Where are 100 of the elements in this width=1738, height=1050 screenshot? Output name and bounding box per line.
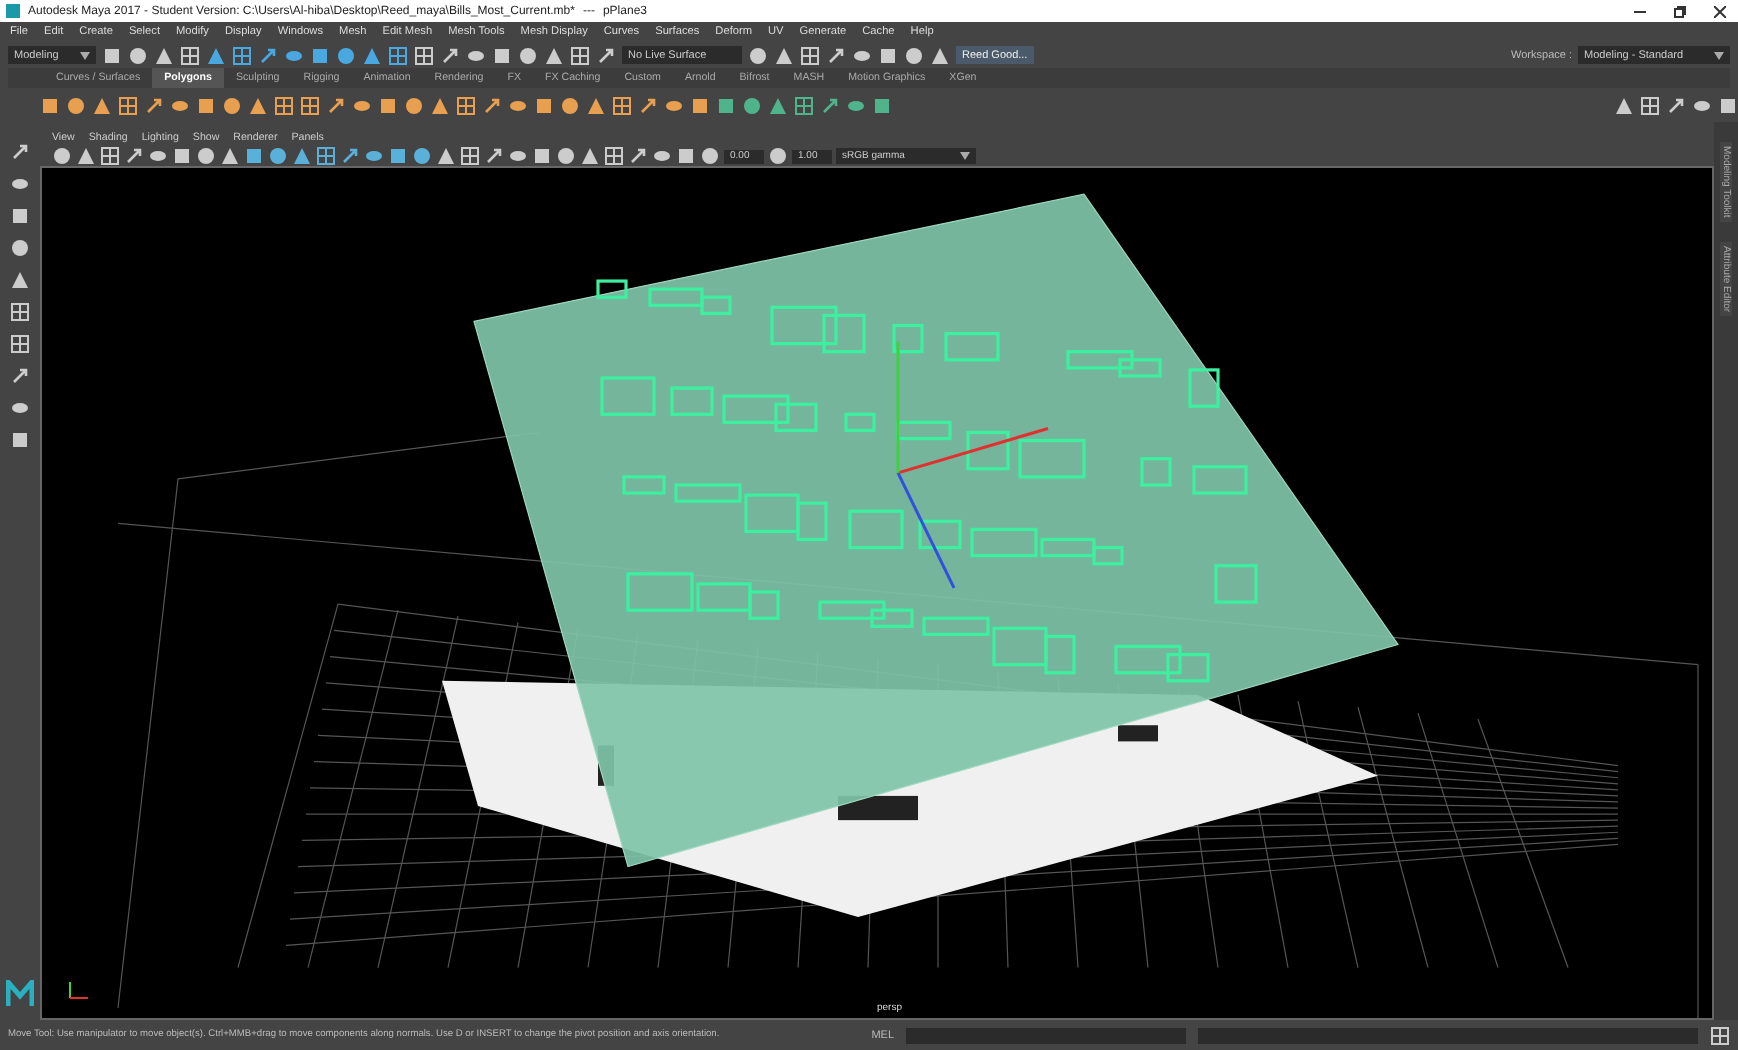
cube-icon[interactable]: [40, 95, 60, 115]
sphere-icon[interactable]: [518, 45, 538, 65]
arrow-icon[interactable]: [440, 45, 460, 65]
sphere-icon[interactable]: [768, 146, 788, 166]
grid-icon[interactable]: [300, 95, 320, 115]
arrow-icon[interactable]: [326, 95, 346, 115]
sphere-icon[interactable]: [412, 146, 432, 166]
arrow-icon[interactable]: [340, 146, 360, 166]
minimize-icon[interactable]: [1634, 5, 1646, 17]
grid-icon[interactable]: [10, 302, 30, 322]
disc-icon[interactable]: [10, 398, 30, 418]
disc-icon[interactable]: [664, 95, 684, 115]
arrow-icon[interactable]: [258, 45, 278, 65]
cone-icon[interactable]: [1614, 95, 1634, 115]
arrow-icon[interactable]: [826, 45, 846, 65]
sphere-icon[interactable]: [268, 146, 288, 166]
arrow-icon[interactable]: [482, 95, 502, 115]
sphere-icon[interactable]: [222, 95, 242, 115]
cone-icon[interactable]: [768, 95, 788, 115]
sphere-icon[interactable]: [196, 146, 216, 166]
cube-icon[interactable]: [532, 146, 552, 166]
grid-icon[interactable]: [460, 146, 480, 166]
arrow-icon[interactable]: [124, 146, 144, 166]
sphere-icon[interactable]: [404, 95, 424, 115]
sphere-icon[interactable]: [52, 146, 72, 166]
disc-icon[interactable]: [10, 174, 30, 194]
cube-icon[interactable]: [1718, 95, 1738, 115]
disc-icon[interactable]: [364, 146, 384, 166]
command-input-field[interactable]: [906, 1027, 1186, 1043]
grid-icon[interactable]: [612, 95, 632, 115]
axis-indicator-icon: [66, 978, 90, 1002]
app-logo-icon: [6, 980, 34, 1008]
sphere-icon[interactable]: [556, 146, 576, 166]
cone-icon[interactable]: [586, 95, 606, 115]
cube-icon[interactable]: [172, 146, 192, 166]
cube-icon[interactable]: [676, 146, 696, 166]
disc-icon[interactable]: [170, 95, 190, 115]
grid-icon[interactable]: [10, 334, 30, 354]
grid-icon[interactable]: [274, 95, 294, 115]
cube-icon[interactable]: [310, 45, 330, 65]
cube-icon[interactable]: [244, 146, 264, 166]
sphere-icon[interactable]: [128, 45, 148, 65]
cone-icon[interactable]: [10, 270, 30, 290]
grid-icon[interactable]: [118, 95, 138, 115]
cube-icon[interactable]: [102, 45, 122, 65]
cube-icon[interactable]: [492, 45, 512, 65]
sphere-icon[interactable]: [560, 95, 580, 115]
grid-icon[interactable]: [1710, 1025, 1730, 1045]
sphere-icon[interactable]: [10, 238, 30, 258]
grid-icon[interactable]: [316, 146, 336, 166]
arrow-icon[interactable]: [10, 142, 30, 162]
cube-icon[interactable]: [10, 206, 30, 226]
disc-icon[interactable]: [148, 146, 168, 166]
sphere-icon[interactable]: [700, 146, 720, 166]
app-logo-icon: [6, 4, 20, 18]
sphere-icon[interactable]: [66, 95, 86, 115]
cube-icon[interactable]: [196, 95, 216, 115]
grid-icon[interactable]: [1640, 95, 1660, 115]
disc-icon[interactable]: [508, 95, 528, 115]
arrow-icon[interactable]: [144, 95, 164, 115]
disc-icon[interactable]: [1692, 95, 1712, 115]
arrow-icon[interactable]: [484, 146, 504, 166]
grid-icon[interactable]: [604, 146, 624, 166]
disc-icon[interactable]: [466, 45, 486, 65]
arrow-icon[interactable]: [1666, 95, 1686, 115]
arrow-icon[interactable]: [10, 366, 30, 386]
cube-icon[interactable]: [534, 95, 554, 115]
grid-icon[interactable]: [232, 45, 252, 65]
disc-icon[interactable]: [508, 146, 528, 166]
disc-icon[interactable]: [852, 45, 872, 65]
cube-icon[interactable]: [872, 95, 892, 115]
grid-icon[interactable]: [414, 45, 434, 65]
arrow-icon[interactable]: [628, 146, 648, 166]
cube-icon[interactable]: [878, 45, 898, 65]
arrow-icon[interactable]: [596, 45, 616, 65]
disc-icon[interactable]: [284, 45, 304, 65]
disc-icon[interactable]: [652, 146, 672, 166]
cube-icon[interactable]: [378, 95, 398, 115]
grid-icon[interactable]: [794, 95, 814, 115]
disc-icon[interactable]: [352, 95, 372, 115]
grid-icon[interactable]: [100, 146, 120, 166]
cube-icon[interactable]: [10, 430, 30, 450]
grid-icon[interactable]: [800, 45, 820, 65]
close-icon[interactable]: [1714, 5, 1726, 17]
arrow-icon[interactable]: [638, 95, 658, 115]
cone-icon[interactable]: [430, 95, 450, 115]
sphere-icon[interactable]: [336, 45, 356, 65]
cube-icon[interactable]: [388, 146, 408, 166]
grid-icon[interactable]: [388, 45, 408, 65]
sphere-icon[interactable]: [742, 95, 762, 115]
cone-icon[interactable]: [248, 95, 268, 115]
grid-icon[interactable]: [180, 45, 200, 65]
grid-icon[interactable]: [570, 45, 590, 65]
arrow-icon[interactable]: [820, 95, 840, 115]
sphere-icon[interactable]: [904, 45, 924, 65]
restore-icon[interactable]: [1674, 5, 1686, 17]
sphere-icon[interactable]: [748, 45, 768, 65]
grid-icon[interactable]: [456, 95, 476, 115]
cone-icon[interactable]: [92, 95, 112, 115]
disc-icon[interactable]: [846, 95, 866, 115]
